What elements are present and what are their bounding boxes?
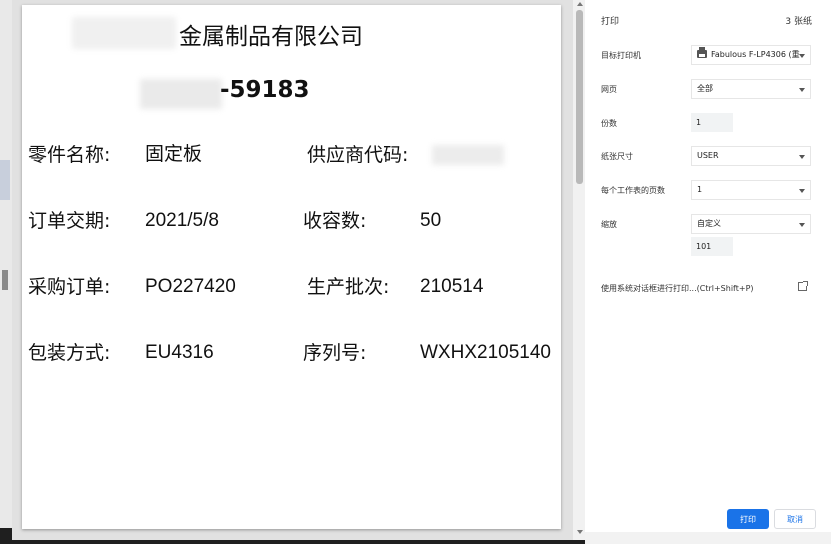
field-label: 生产批次:	[307, 276, 390, 298]
destination-label: 目标打印机	[601, 51, 641, 60]
company-name: 金属制品有限公司	[179, 24, 363, 50]
background-app-fragment	[585, 532, 831, 544]
scale-label: 缩放	[601, 220, 617, 229]
pages-per-sheet-label: 每个工作表的页数	[601, 186, 665, 195]
destination-value: Fabulous F-LP4306 (重	[711, 50, 800, 59]
pages-value: 全部	[697, 84, 713, 93]
field-label: 包装方式:	[28, 342, 111, 364]
panel-title: 打印	[601, 17, 620, 27]
document-code: -59183	[220, 77, 310, 103]
open-external-icon[interactable]	[798, 281, 808, 291]
field-label: 供应商代码:	[307, 144, 409, 166]
field-value: PO227420	[145, 276, 236, 297]
print-settings-panel: 打印 3 张纸 目标打印机 Fabulous F-LP4306 (重 网页 全部…	[585, 0, 831, 532]
field-label: 订单交期:	[28, 210, 111, 232]
background-app-fragment	[0, 160, 10, 200]
paper-size-label: 纸张尺寸	[601, 152, 633, 161]
field-value: EU4316	[145, 342, 214, 363]
pages-select[interactable]: 全部	[691, 79, 811, 99]
redacted-region	[140, 79, 222, 109]
preview-page: 金属制品有限公司 -59183 零件名称: 固定板 供应商代码: 订单交期: 2…	[22, 5, 561, 529]
field-label: 收容数:	[303, 210, 367, 232]
scale-value: 自定义	[697, 219, 721, 228]
destination-select[interactable]: Fabulous F-LP4306 (重	[691, 45, 811, 65]
pages-per-sheet-select[interactable]: 1	[691, 180, 811, 200]
copies-input[interactable]	[691, 113, 733, 132]
printer-icon	[697, 47, 707, 58]
print-button[interactable]: 打印	[727, 509, 769, 529]
field-label: 零件名称:	[28, 144, 111, 166]
field-value: 210514	[420, 276, 484, 297]
system-dialog-link[interactable]: 使用系统对话框进行打印...(Ctrl+Shift+P)	[601, 283, 754, 294]
paper-size-select[interactable]: USER	[691, 146, 811, 166]
scale-select[interactable]: 自定义	[691, 214, 811, 234]
cancel-button[interactable]: 取消	[774, 509, 816, 529]
pages-per-sheet-value: 1	[697, 185, 703, 194]
field-value: WXHX2105140	[420, 342, 551, 363]
pages-label: 网页	[601, 85, 617, 94]
field-value: 50	[420, 210, 442, 231]
chevron-down-icon	[799, 54, 805, 58]
redacted-region	[72, 17, 176, 49]
scroll-down-arrow-icon[interactable]	[577, 530, 583, 534]
chevron-down-icon	[799, 155, 805, 159]
background-app-strip	[0, 0, 12, 544]
chevron-down-icon	[799, 223, 805, 227]
scrollbar-thumb[interactable]	[576, 10, 583, 184]
print-preview-area[interactable]: 金属制品有限公司 -59183 零件名称: 固定板 供应商代码: 订单交期: 2…	[12, 0, 573, 540]
background-app-fragment	[2, 270, 8, 290]
field-value: 固定板	[145, 144, 203, 165]
copies-label: 份数	[601, 119, 617, 128]
field-label: 采购订单:	[28, 276, 111, 298]
field-value: 2021/5/8	[145, 210, 219, 231]
field-label: 序列号:	[303, 342, 367, 364]
paper-size-value: USER	[697, 151, 719, 160]
chevron-down-icon	[799, 189, 805, 193]
scroll-up-arrow-icon[interactable]	[577, 2, 583, 6]
chevron-down-icon	[799, 88, 805, 92]
redacted-region	[432, 145, 504, 165]
scale-custom-input[interactable]	[691, 237, 733, 256]
sheet-count: 3 张纸	[785, 17, 812, 27]
